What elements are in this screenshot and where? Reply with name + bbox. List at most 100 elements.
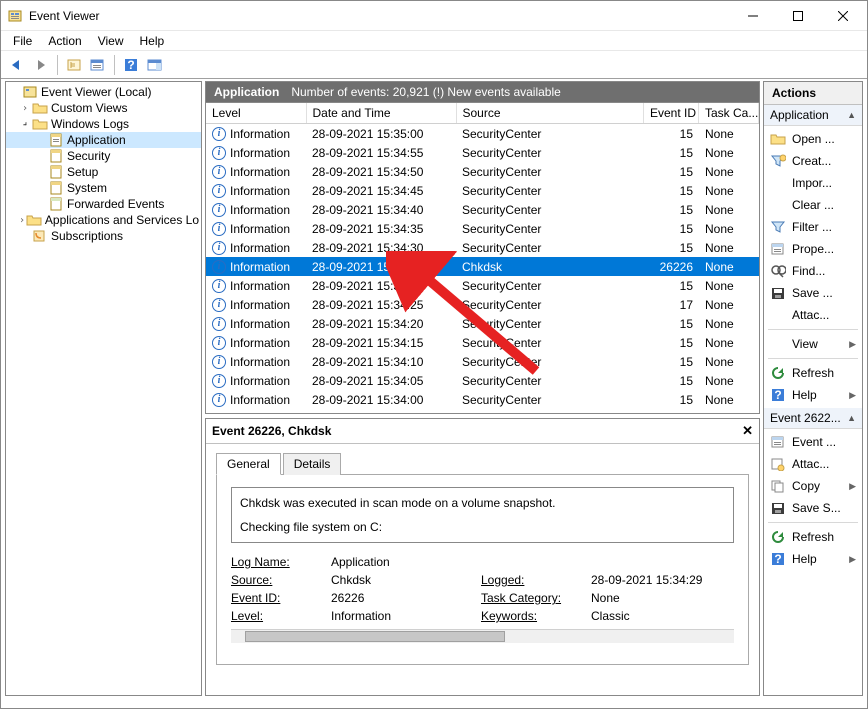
cell-level: Information [230, 355, 290, 369]
table-row[interactable]: iInformation28-09-2021 15:34:40SecurityC… [206, 200, 759, 219]
preview-pane-button[interactable] [144, 54, 166, 76]
action-item[interactable]: Clear ... [764, 194, 862, 216]
action-item[interactable]: Prope... [764, 238, 862, 260]
maximize-button[interactable] [775, 2, 820, 30]
label-logname: Log Name: [231, 555, 331, 569]
details-title: Event 26226, Chkdsk [212, 424, 331, 438]
action-label: Prope... [792, 242, 834, 256]
table-row[interactable]: iInformation28-09-2021 15:34:29Chkdsk262… [206, 257, 759, 276]
tree-root[interactable]: Event Viewer (Local) [6, 84, 201, 100]
cell-eventid: 15 [644, 352, 699, 371]
expand-icon[interactable]: › [18, 215, 26, 226]
tab-details[interactable]: Details [283, 453, 342, 475]
help-button[interactable]: ? [120, 54, 142, 76]
details-close-button[interactable]: ✕ [742, 423, 753, 439]
menu-help[interactable]: Help [132, 33, 173, 49]
column-header-date[interactable]: Date and Time [306, 103, 456, 124]
table-row[interactable]: iInformation28-09-2021 15:34:20SecurityC… [206, 314, 759, 333]
cell-date: 28-09-2021 15:34:00 [306, 390, 456, 409]
collapse-icon[interactable]: ▲ [847, 413, 856, 423]
menu-file[interactable]: File [5, 33, 40, 49]
tree-custom-views[interactable]: › Custom Views [6, 100, 201, 116]
column-header-source[interactable]: Source [456, 103, 644, 124]
action-item[interactable]: Find... [764, 260, 862, 282]
tree-pane: Event Viewer (Local) › Custom Views › Wi… [5, 81, 202, 696]
expand-icon[interactable]: › [18, 103, 32, 114]
action-item[interactable]: Creat... [764, 150, 862, 172]
action-item[interactable]: Refresh [764, 362, 862, 384]
cell-source: SecurityCenter [456, 238, 644, 257]
table-row[interactable]: iInformation28-09-2021 15:34:15SecurityC… [206, 333, 759, 352]
table-row[interactable]: iInformation28-09-2021 15:34:10SecurityC… [206, 352, 759, 371]
cell-eventid: 15 [644, 371, 699, 390]
tree-subscriptions[interactable]: Subscriptions [6, 228, 201, 244]
action-item[interactable]: Attac... [764, 453, 862, 475]
action-item[interactable]: View▶ [764, 333, 862, 355]
nav-forward-button[interactable] [30, 54, 52, 76]
action-item[interactable]: Event ... [764, 431, 862, 453]
action-item[interactable]: ?Help▶ [764, 384, 862, 406]
action-item[interactable]: Attac... [764, 304, 862, 326]
action-item[interactable]: Save S... [764, 497, 862, 519]
table-row[interactable]: iInformation28-09-2021 15:34:45SecurityC… [206, 181, 759, 200]
action-item[interactable]: ?Help▶ [764, 548, 862, 570]
table-row[interactable]: iInformation28-09-2021 15:34:25SecurityC… [206, 276, 759, 295]
tree-windows-logs[interactable]: › Windows Logs [6, 116, 201, 132]
actions-group-event[interactable]: Event 2622... ▲ [764, 408, 862, 429]
action-label: Attac... [792, 457, 829, 471]
titlebar: Event Viewer [1, 1, 867, 31]
event-table: Level Date and Time Source Event ID Task… [205, 102, 760, 414]
tree-log-forwarded[interactable]: Forwarded Events [6, 196, 201, 212]
tree-log-system[interactable]: System [6, 180, 201, 196]
menu-view[interactable]: View [90, 33, 132, 49]
action-item[interactable]: Filter ... [764, 216, 862, 238]
window-title: Event Viewer [29, 9, 730, 23]
table-row[interactable]: iInformation28-09-2021 15:34:05SecurityC… [206, 371, 759, 390]
table-row[interactable]: iInformation28-09-2021 15:34:50SecurityC… [206, 162, 759, 181]
action-label: Refresh [792, 530, 834, 544]
table-row[interactable]: iInformation28-09-2021 15:34:55SecurityC… [206, 143, 759, 162]
properties-button[interactable] [87, 54, 109, 76]
action-item[interactable]: Open ... [764, 128, 862, 150]
list-header-bar: Application Number of events: 20,921 (!)… [205, 81, 760, 102]
table-row[interactable]: iInformation28-09-2021 15:34:25SecurityC… [206, 295, 759, 314]
tree-log-application[interactable]: Application [6, 132, 201, 148]
menu-action[interactable]: Action [40, 33, 89, 49]
folder-icon [32, 100, 48, 116]
tree-log-security[interactable]: Security [6, 148, 201, 164]
action-label: Refresh [792, 366, 834, 380]
close-button[interactable] [820, 2, 865, 30]
cell-eventid: 15 [644, 390, 699, 409]
nav-back-button[interactable] [6, 54, 28, 76]
information-icon: i [212, 241, 226, 255]
column-header-level[interactable]: Level [206, 103, 306, 124]
action-item[interactable]: Copy▶ [764, 475, 862, 497]
column-header-eventid[interactable]: Event ID [644, 103, 699, 124]
information-icon: i [212, 279, 226, 293]
log-icon [48, 180, 64, 196]
cell-taskcat: None [699, 333, 759, 352]
cell-eventid: 15 [644, 200, 699, 219]
tree-log-setup[interactable]: Setup [6, 164, 201, 180]
cell-source: SecurityCenter [456, 276, 644, 295]
action-item[interactable]: Refresh [764, 526, 862, 548]
event-table-body[interactable]: iInformation28-09-2021 15:35:00SecurityC… [206, 124, 759, 413]
collapse-icon[interactable]: ▲ [847, 110, 856, 120]
show-tree-button[interactable] [63, 54, 85, 76]
cell-source: SecurityCenter [456, 162, 644, 181]
actions-group-application[interactable]: Application ▲ [764, 105, 862, 126]
column-header-taskcat[interactable]: Task Ca... [699, 103, 759, 124]
cell-taskcat: None [699, 371, 759, 390]
minimize-button[interactable] [730, 2, 775, 30]
tree-apps-services[interactable]: › Applications and Services Lo [6, 212, 201, 228]
table-row[interactable]: iInformation28-09-2021 15:34:30SecurityC… [206, 238, 759, 257]
action-item[interactable]: Save ... [764, 282, 862, 304]
table-row[interactable]: iInformation28-09-2021 15:35:00SecurityC… [206, 124, 759, 143]
information-icon: i [212, 203, 226, 217]
action-item[interactable]: Impor... [764, 172, 862, 194]
cell-source: SecurityCenter [456, 295, 644, 314]
table-row[interactable]: iInformation28-09-2021 15:34:00SecurityC… [206, 390, 759, 409]
horizontal-scrollbar[interactable] [231, 629, 734, 643]
table-row[interactable]: iInformation28-09-2021 15:34:35SecurityC… [206, 219, 759, 238]
tab-general[interactable]: General [216, 453, 281, 475]
